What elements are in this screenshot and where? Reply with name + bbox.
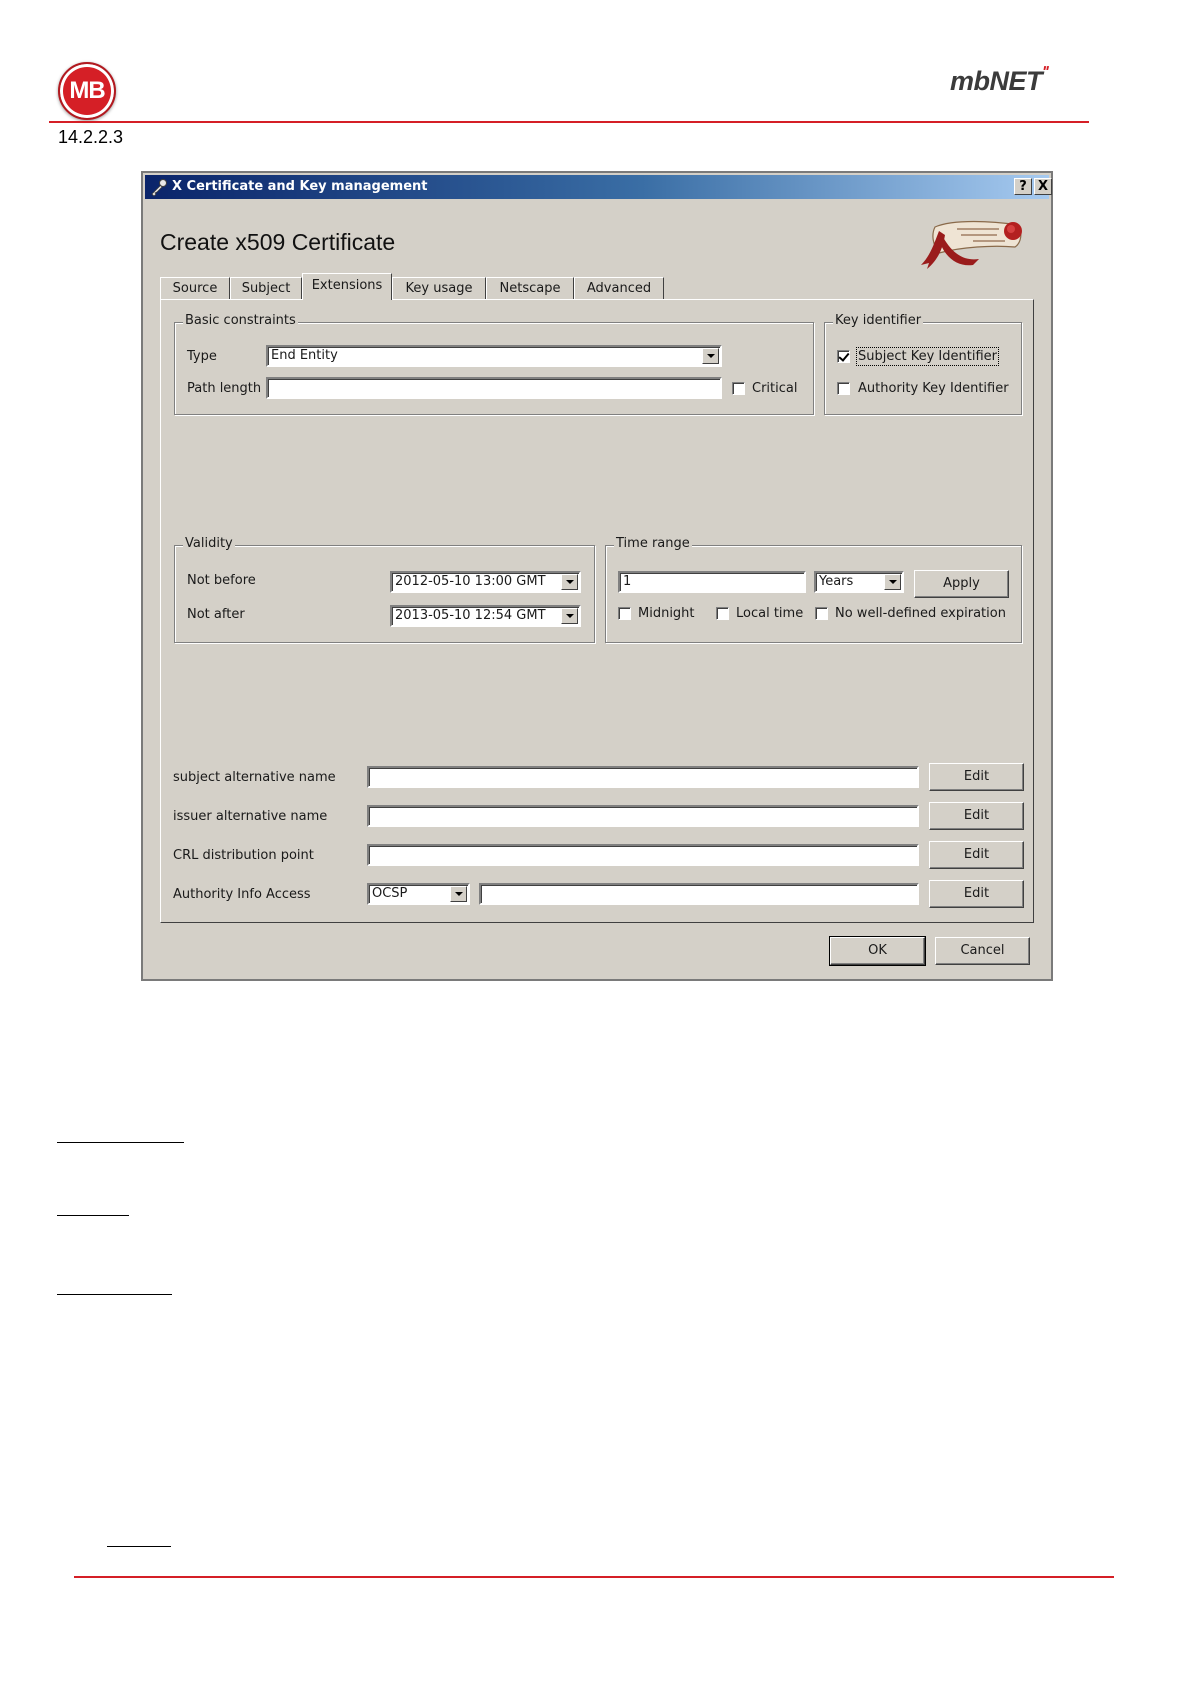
section-number: 14.2.2.3 (58, 127, 124, 147)
subject-alt-name-edit-button[interactable]: Edit (929, 763, 1024, 791)
issuer-alt-name-label: issuer alternative name (173, 809, 328, 824)
time-range-title: Time range (614, 536, 692, 551)
header-rule (49, 121, 1089, 123)
tab-source[interactable]: Source (160, 277, 230, 299)
dialog-heading: Create x509 Certificate (160, 229, 396, 255)
critical-label: Critical (752, 381, 798, 396)
subject-key-identifier-label: Subject Key Identifier (856, 347, 999, 366)
key-identifier-group: Key identifier Subject Key Identifier Au… (824, 313, 1022, 415)
close-button[interactable]: X (1034, 178, 1052, 195)
local-time-label: Local time (736, 606, 804, 621)
certificate-dialog: X Certificate and Key management ? X Cre… (141, 171, 1053, 981)
not-before-label: Not before (187, 573, 256, 588)
key-identifier-title: Key identifier (833, 313, 924, 328)
help-button[interactable]: ? (1014, 178, 1032, 195)
tab-extensions[interactable]: Extensions (302, 273, 392, 300)
not-after-datetime[interactable]: 2013-05-10 12:54 GMT (390, 605, 581, 627)
subject-alt-name-label: subject alternative name (173, 770, 336, 785)
no-expiration-checkbox[interactable] (815, 607, 828, 620)
mbnet-logo-mark: ʺ (1042, 64, 1050, 81)
issuer-alt-name-input[interactable] (367, 805, 919, 827)
key-icon (151, 179, 167, 197)
tab-key-usage[interactable]: Key usage (392, 277, 486, 299)
underline-rule (57, 1294, 172, 1295)
extensions-panel: Basic constraints Type End Entity Path l… (160, 299, 1034, 923)
not-before-datetime[interactable]: 2012-05-10 13:00 GMT (390, 571, 581, 593)
midnight-checkbox[interactable] (618, 607, 631, 620)
path-length-label: Path length (187, 381, 262, 396)
underline-rule (107, 1546, 171, 1547)
authority-info-access-input[interactable] (479, 883, 919, 905)
type-select-value: End Entity (271, 348, 338, 363)
ok-button[interactable]: OK (829, 936, 926, 966)
certificate-seal-icon (921, 220, 1022, 269)
local-time-checkbox[interactable] (716, 607, 729, 620)
path-length-input[interactable] (266, 377, 722, 399)
time-range-unit-value: Years (819, 574, 854, 589)
validity-title: Validity (183, 536, 235, 551)
footer-rule (74, 1576, 1114, 1578)
underline-rule (57, 1142, 184, 1143)
authority-info-access-label: Authority Info Access (173, 887, 311, 902)
not-before-value: 2012-05-10 13:00 GMT (395, 574, 546, 589)
authority-key-identifier-checkbox[interactable] (837, 382, 850, 395)
basic-constraints-group: Basic constraints Type End Entity Path l… (174, 313, 814, 415)
basic-constraints-title: Basic constraints (183, 313, 298, 328)
authority-info-access-edit-button[interactable]: Edit (929, 880, 1024, 908)
chevron-down-icon[interactable] (561, 608, 578, 624)
time-range-group: Time range 1 Years Apply Midnight Local … (605, 536, 1022, 643)
chevron-down-icon[interactable] (884, 574, 901, 590)
tab-netscape[interactable]: Netscape (486, 277, 574, 299)
type-label: Type (187, 349, 217, 364)
mbnet-logo-text: mbNET (950, 66, 1043, 96)
validity-group: Validity Not before 2012-05-10 13:00 GMT… (174, 536, 595, 643)
issuer-alt-name-edit-button[interactable]: Edit (929, 802, 1024, 830)
time-range-unit-select[interactable]: Years (814, 571, 904, 593)
apply-button[interactable]: Apply (914, 570, 1009, 598)
type-select[interactable]: End Entity (266, 345, 722, 367)
authority-key-identifier-label: Authority Key Identifier (858, 381, 1009, 396)
not-after-label: Not after (187, 607, 245, 622)
authority-info-method-value: OCSP (372, 886, 408, 901)
chevron-down-icon[interactable] (702, 348, 719, 364)
authority-info-method-select[interactable]: OCSP (367, 883, 470, 905)
time-range-amount-input[interactable]: 1 (618, 571, 806, 593)
midnight-label: Midnight (638, 606, 695, 621)
mb-logo: MB (58, 62, 116, 120)
mbnet-logo: mbNETʺ (950, 64, 1050, 96)
crl-distribution-label: CRL distribution point (173, 848, 314, 863)
cancel-button[interactable]: Cancel (935, 937, 1030, 965)
subject-key-identifier-checkbox[interactable] (837, 350, 850, 363)
window-title: X Certificate and Key management (172, 179, 428, 194)
chevron-down-icon[interactable] (450, 886, 467, 902)
subject-alt-name-input[interactable] (367, 766, 919, 788)
not-after-value: 2013-05-10 12:54 GMT (395, 608, 546, 623)
mb-logo-text: MB (69, 77, 105, 104)
tab-advanced[interactable]: Advanced (574, 277, 664, 299)
window-titlebar[interactable]: X Certificate and Key management ? X (145, 175, 1052, 199)
crl-distribution-edit-button[interactable]: Edit (929, 841, 1024, 869)
underline-rule (57, 1215, 129, 1216)
critical-checkbox[interactable] (732, 382, 745, 395)
tab-subject[interactable]: Subject (230, 277, 302, 299)
crl-distribution-input[interactable] (367, 844, 919, 866)
chevron-down-icon[interactable] (561, 574, 578, 590)
no-expiration-label: No well-defined expiration (835, 606, 1006, 621)
